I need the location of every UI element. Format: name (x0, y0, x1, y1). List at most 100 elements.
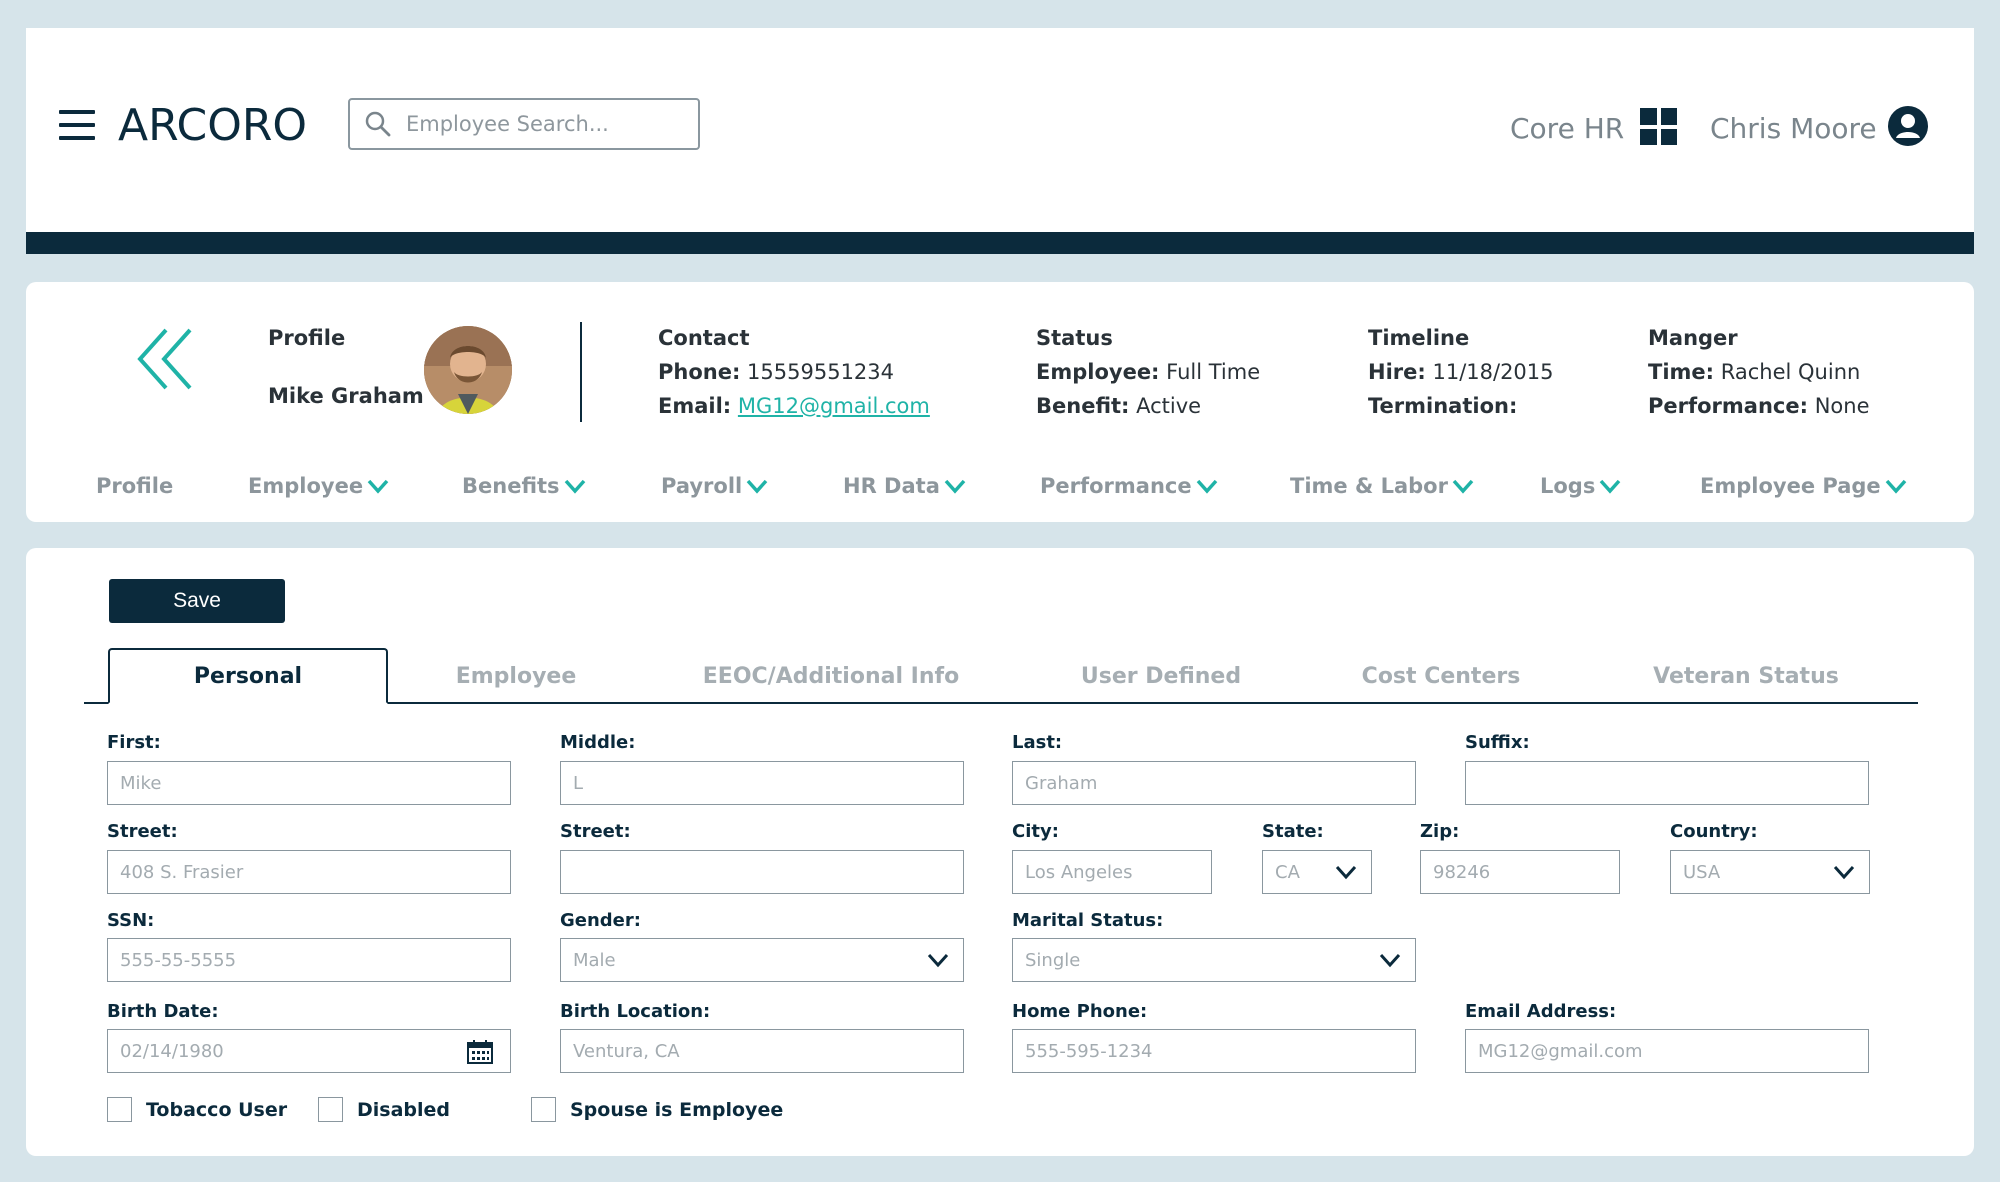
country-label: Country: (1670, 821, 1758, 842)
employee-search[interactable] (348, 98, 700, 150)
chevron-down-icon (1600, 479, 1621, 494)
timeline-hire: Hire: 11/18/2015 (1368, 360, 1554, 384)
gender-label: Gender: (560, 910, 641, 931)
chevron-down-icon (1379, 953, 1401, 968)
chevron-down-icon (367, 479, 389, 494)
email-address-field[interactable] (1465, 1029, 1869, 1073)
hamburger-menu-icon[interactable] (59, 110, 95, 140)
chevron-down-icon (1452, 479, 1474, 494)
street2-field[interactable] (560, 850, 964, 894)
home-phone-field[interactable] (1012, 1029, 1416, 1073)
app-frame: ARCORO Core HR Chris Moore Profile Mike (0, 0, 2000, 1182)
timeline-termination: Termination: (1368, 394, 1518, 418)
manager-performance: Performance: None (1648, 394, 1870, 418)
contact-phone: Phone: 15559551234 (658, 360, 895, 384)
employee-photo (424, 326, 512, 414)
tobacco-user-checkbox[interactable]: Tobacco User (107, 1097, 287, 1122)
chevron-down-icon (1335, 865, 1357, 880)
suffix-field[interactable] (1465, 761, 1869, 805)
employee-search-input[interactable] (406, 112, 676, 136)
chevron-down-icon (1196, 479, 1217, 494)
chevron-down-icon (1885, 479, 1906, 494)
checkbox-box[interactable] (531, 1097, 556, 1122)
tab-eeoc[interactable]: EEOC/Additional Info (656, 648, 1006, 704)
double-chevron-left-icon[interactable] (136, 326, 194, 392)
tab-veteran-status[interactable]: Veteran Status (1606, 648, 1886, 704)
email-address-label: Email Address: (1465, 1001, 1617, 1022)
status-benefit: Benefit: Active (1036, 394, 1202, 418)
manager-time: Time: Rachel Quinn (1648, 360, 1861, 384)
nav-employee-page[interactable]: Employee Page (1700, 474, 1907, 498)
save-button[interactable]: Save (109, 579, 285, 623)
nav-logs[interactable]: Logs (1540, 474, 1621, 498)
user-name[interactable]: Chris Moore (1710, 112, 1877, 145)
nav-time-labor[interactable]: Time & Labor (1290, 474, 1474, 498)
nav-profile[interactable]: Profile (96, 474, 173, 498)
spouse-is-employee-checkbox[interactable]: Spouse is Employee (531, 1097, 783, 1122)
middle-name-field[interactable] (560, 761, 964, 805)
tab-employee[interactable]: Employee (406, 648, 626, 704)
top-header: ARCORO Core HR Chris Moore (26, 28, 1974, 254)
employee-name: Mike Graham (268, 384, 424, 408)
status-title: Status (1036, 326, 1113, 350)
search-icon (365, 111, 391, 137)
tab-personal[interactable]: Personal (108, 648, 388, 704)
nav-payroll[interactable]: Payroll (661, 474, 768, 498)
chevron-down-icon (944, 479, 966, 494)
spouse-is-employee-label: Spouse is Employee (570, 1098, 784, 1121)
gender-select[interactable]: Male (560, 938, 964, 982)
checkbox-box[interactable] (318, 1097, 343, 1122)
contact-email: Email: MG12@gmail.com (658, 394, 930, 418)
home-phone-label: Home Phone: (1012, 1001, 1148, 1022)
first-label: First: (107, 732, 161, 753)
chevron-down-icon (927, 953, 949, 968)
state-select[interactable]: CA (1262, 850, 1372, 894)
timeline-title: Timeline (1368, 326, 1470, 350)
contact-title: Contact (658, 326, 750, 350)
nav-performance[interactable]: Performance (1040, 474, 1218, 498)
user-avatar-icon[interactable] (1888, 106, 1928, 146)
birth-location-field[interactable] (560, 1029, 964, 1073)
module-label[interactable]: Core HR (1510, 112, 1624, 145)
header-accent-bar (26, 232, 1974, 254)
arcoro-logo: ARCORO (118, 102, 307, 148)
last-name-field[interactable] (1012, 761, 1416, 805)
chevron-down-icon (746, 479, 768, 494)
calendar-icon[interactable] (467, 1040, 493, 1064)
svg-text:ARCORO: ARCORO (118, 102, 307, 148)
chevron-down-icon (1833, 865, 1855, 880)
manager-title: Manger (1648, 326, 1738, 350)
city-label: City: (1012, 821, 1059, 842)
street1-field[interactable] (107, 850, 511, 894)
last-label: Last: (1012, 732, 1063, 753)
state-label: State: (1262, 821, 1324, 842)
birth-date-label: Birth Date: (107, 1001, 219, 1022)
street2-label: Street: (560, 821, 631, 842)
tab-user-defined[interactable]: User Defined (1036, 648, 1286, 704)
ssn-field[interactable] (107, 938, 511, 982)
personal-form-card: Save Personal Employee EEOC/Additional I… (26, 548, 1974, 1156)
country-select[interactable]: USA (1670, 850, 1870, 894)
marital-status-select[interactable]: Single (1012, 938, 1416, 982)
nav-hr-data[interactable]: HR Data (843, 474, 966, 498)
ssn-label: SSN: (107, 910, 155, 931)
nav-benefits[interactable]: Benefits (462, 474, 586, 498)
middle-label: Middle: (560, 732, 636, 753)
status-employee: Employee: Full Time (1036, 360, 1261, 384)
tobacco-user-label: Tobacco User (146, 1098, 288, 1121)
street1-label: Street: (107, 821, 178, 842)
email-link[interactable]: MG12@gmail.com (738, 394, 930, 418)
checkbox-box[interactable] (107, 1097, 132, 1122)
nav-employee[interactable]: Employee (248, 474, 389, 498)
suffix-label: Suffix: (1465, 732, 1530, 753)
app-grid-icon[interactable] (1640, 108, 1677, 145)
zip-field[interactable] (1420, 850, 1620, 894)
birth-date-field[interactable] (107, 1029, 511, 1073)
zip-label: Zip: (1420, 821, 1460, 842)
first-name-field[interactable] (107, 761, 511, 805)
disabled-checkbox[interactable]: Disabled (318, 1097, 450, 1122)
chevron-down-icon (564, 479, 585, 494)
city-field[interactable] (1012, 850, 1212, 894)
disabled-label: Disabled (357, 1098, 451, 1121)
tab-cost-centers[interactable]: Cost Centers (1316, 648, 1566, 704)
